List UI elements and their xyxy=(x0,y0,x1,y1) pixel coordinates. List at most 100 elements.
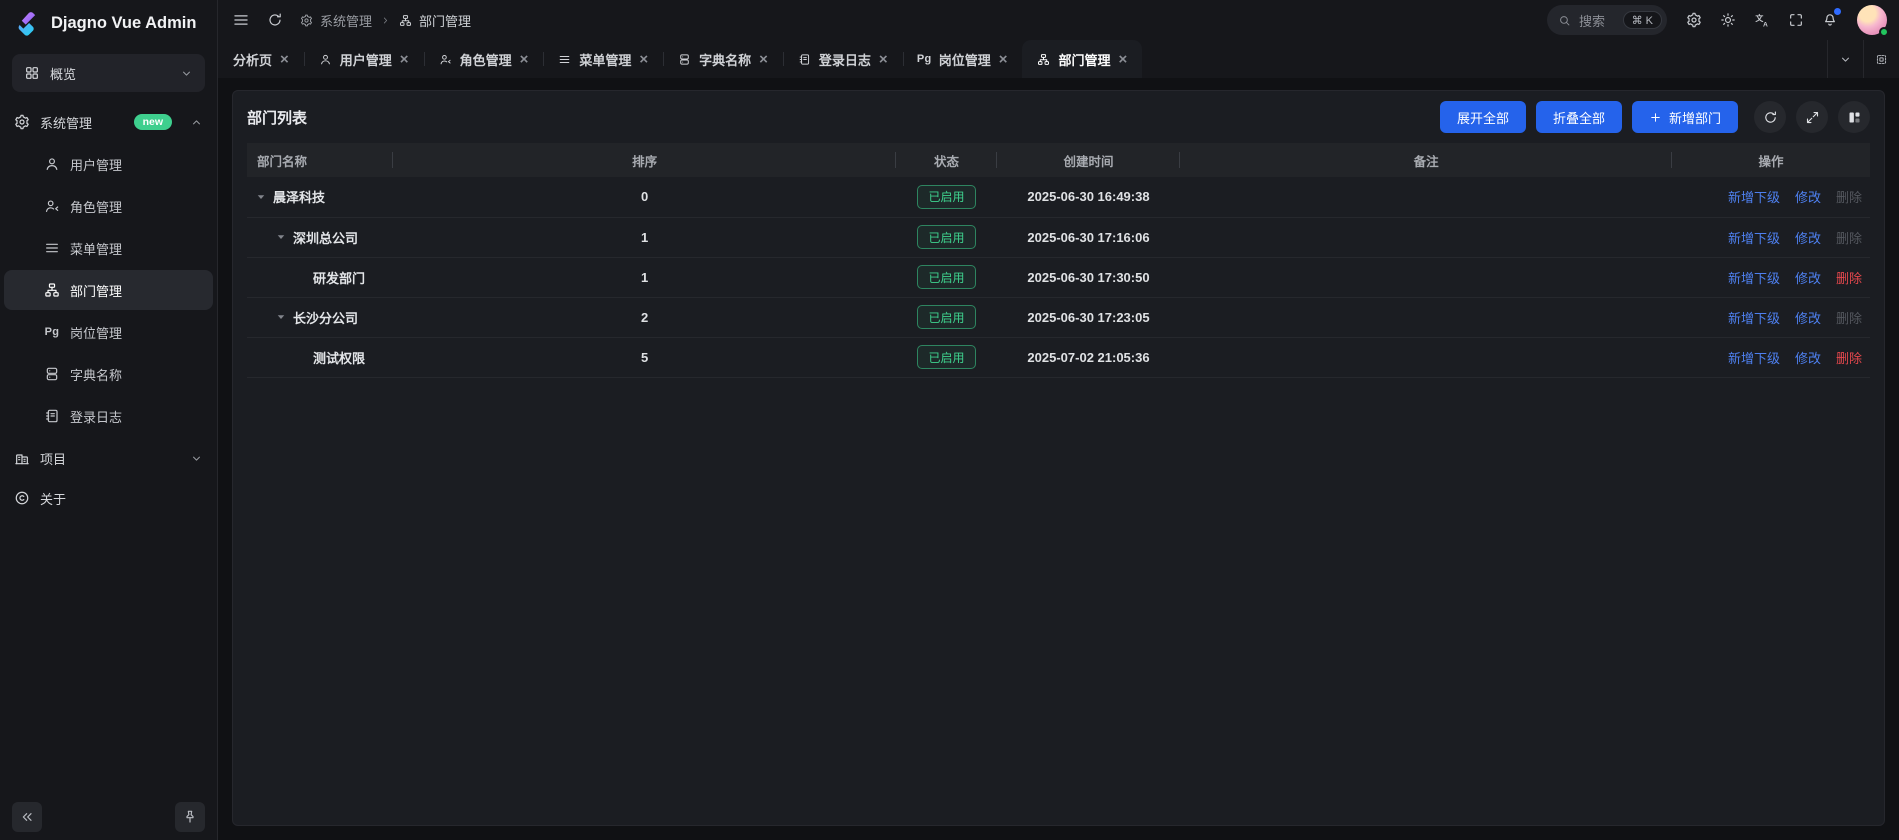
department-name: 研发部门 xyxy=(313,268,365,287)
tab-login-log[interactable]: 登录日志× xyxy=(783,40,903,78)
gear-icon xyxy=(1686,12,1702,28)
search-icon xyxy=(1558,14,1571,27)
theme-button[interactable] xyxy=(1713,5,1743,35)
department-name: 测试权限 xyxy=(313,348,365,367)
sidebar-item-label: 用户管理 xyxy=(70,155,122,174)
close-icon[interactable]: × xyxy=(879,52,888,67)
close-icon[interactable]: × xyxy=(280,52,289,67)
status-badge: 已启用 xyxy=(917,305,975,329)
add-child-link[interactable]: 新增下级 xyxy=(1728,228,1780,247)
chevron-right-icon xyxy=(380,15,391,26)
grid-icon xyxy=(24,65,40,81)
tab-department-management[interactable]: 部门管理× xyxy=(1022,40,1142,78)
edit-link[interactable]: 修改 xyxy=(1795,348,1821,367)
close-icon[interactable]: × xyxy=(639,52,648,67)
sidebar-item-login-log[interactable]: 登录日志 xyxy=(4,396,213,436)
breadcrumb-item-system-management[interactable]: 系统管理 xyxy=(300,11,372,30)
org-icon xyxy=(399,14,412,27)
add-child-link[interactable]: 新增下级 xyxy=(1728,308,1780,327)
role-icon xyxy=(439,53,452,66)
close-icon[interactable]: × xyxy=(520,52,529,67)
refresh-button[interactable] xyxy=(1754,101,1786,133)
department-name: 晨泽科技 xyxy=(273,187,325,206)
tab-user-management[interactable]: 用户管理× xyxy=(304,40,424,78)
avatar[interactable] xyxy=(1857,5,1887,35)
department-table: 部门名称排序状态创建时间备注操作 晨泽科技0已启用2025-06-30 16:4… xyxy=(247,143,1870,378)
card-actions: 展开全部 折叠全部 新增部门 xyxy=(1440,101,1870,133)
tab-position-management[interactable]: Pg岗位管理× xyxy=(903,40,1023,78)
add-child-link[interactable]: 新增下级 xyxy=(1728,187,1780,206)
sidebar-item-overview[interactable]: 概览 xyxy=(12,54,205,92)
sidebar-item-system-management[interactable]: 系统管理new xyxy=(0,102,217,142)
sidebar-item-project[interactable]: 项目 xyxy=(0,438,217,478)
tabs-dropdown-button[interactable] xyxy=(1827,40,1863,78)
delete-link[interactable]: 删除 xyxy=(1836,348,1862,367)
sidebar-item-position-management[interactable]: Pg岗位管理 xyxy=(4,312,213,352)
table-row: 晨泽科技0已启用2025-06-30 16:49:38新增下级修改删除 xyxy=(247,177,1870,217)
page-refresh-button[interactable] xyxy=(260,5,290,35)
tree-caret-icon[interactable] xyxy=(275,231,287,243)
sidebar-item-dictionary-name[interactable]: 字典名称 xyxy=(4,354,213,394)
settings-button[interactable] xyxy=(1679,5,1709,35)
tab-menu-management[interactable]: 菜单管理× xyxy=(543,40,663,78)
remark xyxy=(1180,337,1672,377)
collapse-all-button[interactable]: 折叠全部 xyxy=(1536,101,1622,133)
pg-icon: Pg xyxy=(44,324,60,340)
sort-value: 5 xyxy=(393,337,896,377)
sidebar-item-department-management[interactable]: 部门管理 xyxy=(4,270,213,310)
breadcrumb: 系统管理 部门管理 xyxy=(300,11,471,30)
sidebar-item-label: 登录日志 xyxy=(70,407,122,426)
role-icon xyxy=(44,198,60,214)
close-icon[interactable]: × xyxy=(999,52,1008,67)
sidebar-pin-button[interactable] xyxy=(175,802,205,832)
language-button[interactable]: 文A xyxy=(1747,5,1777,35)
sidebar-item-menu-management[interactable]: 菜单管理 xyxy=(4,228,213,268)
row-actions: 新增下级修改删除 xyxy=(1672,308,1870,327)
edit-link[interactable]: 修改 xyxy=(1795,308,1821,327)
add-child-link[interactable]: 新增下级 xyxy=(1728,268,1780,287)
edit-link[interactable]: 修改 xyxy=(1795,268,1821,287)
department-list-card: 部门列表 展开全部 折叠全部 新增部门 xyxy=(232,90,1885,826)
breadcrumb-item-department-management[interactable]: 部门管理 xyxy=(399,11,471,30)
close-icon[interactable]: × xyxy=(1118,52,1127,67)
sidebar-item-label: 部门管理 xyxy=(70,281,122,300)
edit-link[interactable]: 修改 xyxy=(1795,228,1821,247)
org-icon xyxy=(1037,53,1050,66)
tab-analysis-page[interactable]: 分析页× xyxy=(218,40,304,78)
sidebar-item-label: 项目 xyxy=(40,449,66,468)
dict-icon xyxy=(678,53,691,66)
tree-caret-icon[interactable] xyxy=(275,311,287,323)
sidebar-item-about[interactable]: 关于 xyxy=(0,478,217,518)
double-chevron-left-icon xyxy=(19,809,35,825)
created-time: 2025-06-30 17:30:50 xyxy=(997,257,1180,297)
sidebar-item-role-management[interactable]: 角色管理 xyxy=(4,186,213,226)
tab-dictionary-name[interactable]: 字典名称× xyxy=(663,40,783,78)
sidebar-item-label: 系统管理 xyxy=(40,113,92,132)
remark xyxy=(1180,257,1672,297)
sidebar-toggle-button[interactable] xyxy=(226,5,256,35)
menu-icon xyxy=(558,53,571,66)
tree-caret-icon[interactable] xyxy=(255,191,267,203)
sidebar-item-user-management[interactable]: 用户管理 xyxy=(4,144,213,184)
tabs-panel-button[interactable] xyxy=(1863,40,1899,78)
fullscreen-button[interactable] xyxy=(1796,101,1828,133)
search-input[interactable]: 搜索 ⌘ K xyxy=(1547,5,1667,35)
close-icon[interactable]: × xyxy=(759,52,768,67)
columns-button[interactable] xyxy=(1838,101,1870,133)
notifications-button[interactable] xyxy=(1815,5,1845,35)
fullscreen-button[interactable] xyxy=(1781,5,1811,35)
add-child-link[interactable]: 新增下级 xyxy=(1728,348,1780,367)
plus-icon xyxy=(1649,111,1662,124)
sidebar-collapse-button[interactable] xyxy=(12,802,42,832)
search-placeholder: 搜索 xyxy=(1579,11,1605,30)
close-icon[interactable]: × xyxy=(400,52,409,67)
row-actions: 新增下级修改删除 xyxy=(1672,268,1870,287)
expand-all-button[interactable]: 展开全部 xyxy=(1440,101,1526,133)
tab-role-management[interactable]: 角色管理× xyxy=(424,40,544,78)
edit-link[interactable]: 修改 xyxy=(1795,187,1821,206)
row-actions: 新增下级修改删除 xyxy=(1672,187,1870,206)
delete-link[interactable]: 删除 xyxy=(1836,268,1862,287)
table-row: 测试权限5已启用2025-07-02 21:05:36新增下级修改删除 xyxy=(247,337,1870,377)
main-content: 部门列表 展开全部 折叠全部 新增部门 xyxy=(218,78,1899,840)
add-department-button[interactable]: 新增部门 xyxy=(1632,101,1738,133)
